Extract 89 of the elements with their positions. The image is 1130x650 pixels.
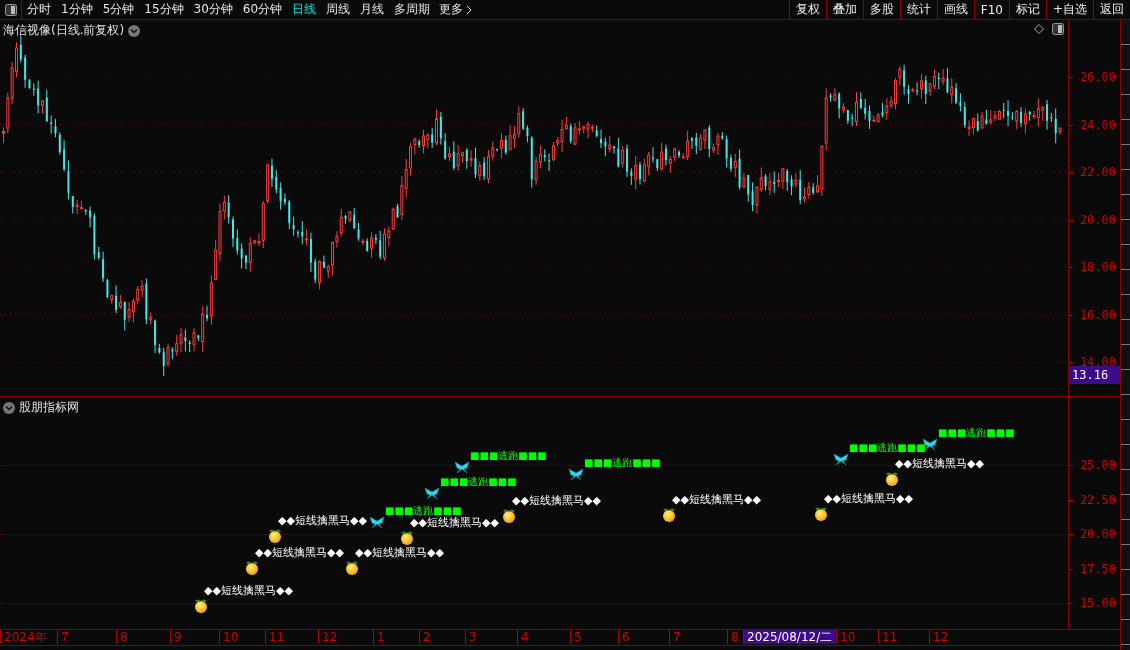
- date-axis-label: 9: [170, 630, 185, 644]
- date-axis-label: 6: [618, 630, 633, 644]
- price-axis-label: 18.00: [1079, 260, 1116, 274]
- price-axis-label: 14.00: [1079, 355, 1116, 369]
- period-tab[interactable]: 30分钟: [188, 0, 238, 19]
- indicator-axis-label: 15.00: [1079, 596, 1116, 610]
- butterfly-icon: [833, 453, 849, 466]
- indicator-axis-label: 25.00: [1079, 458, 1116, 472]
- fruit-icon: [194, 598, 208, 613]
- toolbar-button[interactable]: 画线: [936, 0, 974, 19]
- more-button[interactable]: 更多: [435, 0, 477, 19]
- date-axis-label: 4: [517, 630, 532, 644]
- escape-signal-label: ■■■逃跑■■■: [938, 426, 1015, 440]
- period-tab[interactable]: 5分钟: [97, 0, 140, 19]
- toolbar-button[interactable]: 标记: [1008, 0, 1046, 19]
- price-axis-label: 20.00: [1079, 212, 1116, 227]
- indicator-title: 股朋指标网: [19, 399, 79, 416]
- period-tab[interactable]: 60分钟: [237, 0, 288, 19]
- date-axis-label: 10: [836, 630, 859, 644]
- escape-signal-label: ■■■逃跑■■■: [470, 449, 547, 463]
- period-tab[interactable]: 分时: [22, 0, 56, 19]
- period-tab[interactable]: 1分钟: [56, 0, 98, 19]
- indicator-axis-label: 20.00: [1079, 527, 1116, 541]
- price-axis-label: 24.00: [1079, 117, 1116, 132]
- price-axis-label: 16.00: [1079, 307, 1116, 322]
- escape-signal-label: ■■■逃跑■■■: [440, 475, 517, 489]
- date-axis-label: 3: [465, 630, 480, 644]
- buy-signal-label: ◆◆短线擒黑马◆◆: [355, 546, 444, 560]
- fruit-icon: [814, 506, 828, 521]
- toolbar-button[interactable]: F10: [973, 0, 1009, 19]
- date-axis-label: 5: [570, 630, 585, 644]
- buy-signal-label: ◆◆短线擒黑马◆◆: [672, 493, 761, 507]
- period-tab[interactable]: 月线: [355, 0, 390, 19]
- period-tab[interactable]: 多周期: [389, 0, 436, 19]
- date-axis-label: 10: [219, 630, 242, 644]
- buy-signal-label: ◆◆短线擒黑马◆◆: [824, 492, 913, 506]
- date-axis-label: 1: [373, 630, 388, 644]
- butterfly-icon: [369, 516, 385, 529]
- fruit-icon: [268, 528, 282, 543]
- date-axis-label: 12: [318, 630, 341, 644]
- toolbar-button[interactable]: 返回: [1093, 0, 1130, 19]
- escape-signal-label: ■■■逃跑■■■: [584, 456, 661, 470]
- price-axis-label: 22.00: [1079, 165, 1116, 179]
- toolbar-button[interactable]: 多股: [862, 0, 900, 19]
- butterfly-icon: [454, 461, 470, 474]
- last-price-tag: 13.16: [1069, 366, 1120, 384]
- date-axis-label: 8: [116, 630, 131, 644]
- fruit-icon: [245, 560, 259, 575]
- indicator-axis-label: 22.50: [1079, 492, 1116, 507]
- period-tab[interactable]: 15分钟: [139, 0, 189, 19]
- toolbar-button[interactable]: 复权: [788, 0, 826, 19]
- escape-signal-label: ■■■逃跑■■■: [385, 504, 462, 517]
- date-axis-label: 7: [57, 630, 72, 644]
- date-axis-label: 2: [419, 630, 434, 644]
- dropdown-icon[interactable]: [128, 24, 141, 37]
- butterfly-icon: [424, 487, 440, 500]
- chart-title: 海信视像(日线.前复权): [3, 22, 125, 39]
- panel-toggle-icon[interactable]: [1052, 23, 1064, 35]
- date-axis-label: 11: [878, 630, 901, 644]
- date-axis-label: 2024年: [0, 630, 50, 644]
- buy-signal-label: ◆◆短线擒黑马◆◆: [410, 516, 499, 530]
- panel-toggle-icon[interactable]: [4, 3, 17, 16]
- price-axis-label: 26.00: [1079, 70, 1116, 84]
- fruit-icon: [345, 560, 359, 575]
- butterfly-icon: [568, 468, 584, 481]
- indicator-axis-label: 17.50: [1079, 561, 1116, 576]
- period-tab[interactable]: 周线: [321, 0, 356, 19]
- toolbar-button[interactable]: 叠加: [825, 0, 863, 19]
- buy-signal-label: ◆◆短线擒黑马◆◆: [278, 514, 367, 528]
- date-axis-label: 2025/08/12/二: [743, 630, 836, 644]
- buy-signal-label: ◆◆短线擒黑马◆◆: [255, 546, 344, 560]
- toolbar-button[interactable]: +自选: [1045, 0, 1093, 19]
- fruit-icon: [885, 471, 899, 486]
- buy-signal-label: ◆◆短线擒黑马◆◆: [204, 584, 293, 598]
- buy-signal-label: ◆◆短线擒黑马◆◆: [895, 457, 984, 471]
- buy-signal-label: ◆◆短线擒黑马◆◆: [512, 494, 601, 508]
- toolbar-button[interactable]: 统计: [899, 0, 937, 19]
- date-axis-label: 12: [929, 630, 952, 644]
- dropdown-icon[interactable]: [3, 401, 15, 414]
- period-tab[interactable]: 日线: [287, 0, 322, 19]
- diamond-icon[interactable]: [1034, 24, 1044, 34]
- chevron-right-icon: [466, 4, 473, 15]
- fruit-icon: [400, 530, 414, 545]
- fruit-icon: [662, 507, 676, 522]
- date-axis-label: 11: [265, 630, 288, 644]
- date-axis-label: 8: [727, 630, 742, 644]
- fruit-icon: [502, 508, 516, 523]
- date-axis-label: 7: [669, 630, 684, 644]
- escape-signal-label: ■■■逃跑■■■: [849, 441, 926, 455]
